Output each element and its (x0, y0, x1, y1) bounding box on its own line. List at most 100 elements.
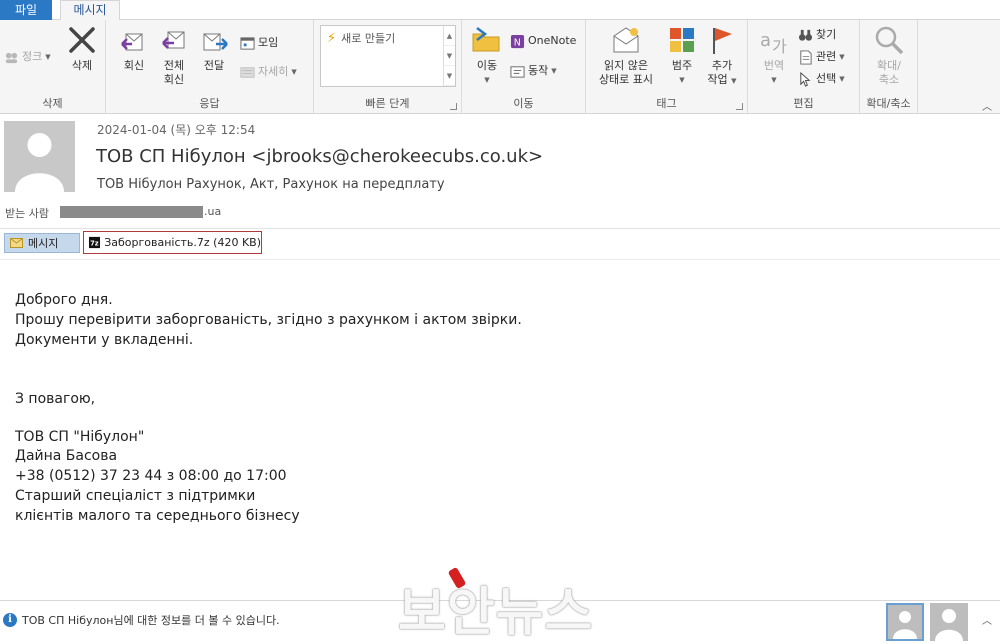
people-pane-info-text: ТОВ СП Нібулон님에 대한 정보를 더 볼 수 있습니다. (22, 614, 280, 627)
to-domain: .ua (204, 205, 222, 218)
people-pane-contact-selected[interactable] (886, 603, 924, 641)
message-sender[interactable]: ТОВ СП Нібулон <jbrooks@cherokeecubs.co.… (96, 146, 543, 167)
lightning-icon: ⚡ (327, 30, 337, 46)
quick-step-new[interactable]: ⚡ 새로 만들기 (327, 30, 395, 46)
delete-label: 삭제 (71, 59, 93, 72)
move-group: 이동 ▼ N OneNote 동작 ▼ 이동 (462, 20, 586, 114)
delete-button[interactable]: 삭제 (62, 24, 102, 73)
tags-group-label: 태그 (656, 97, 677, 110)
zoom-button[interactable]: 확대/ 축소 (866, 24, 912, 87)
junk-button[interactable]: 정크 ▼ (4, 48, 51, 66)
binoculars-icon (798, 29, 813, 41)
attachment-item[interactable]: 7z Заборгованість.7z (420 KB) (83, 231, 262, 254)
more-label: 자세히 (258, 65, 289, 78)
related-button[interactable]: 관련 ▼ (798, 48, 845, 66)
collapse-ribbon-icon[interactable]: ︿ (982, 98, 992, 113)
calendar-icon (240, 36, 255, 50)
reply-button[interactable]: 회신 (114, 24, 154, 73)
move-label: 이동 (476, 59, 498, 72)
svg-text:7z: 7z (90, 239, 99, 247)
actions-icon (510, 65, 525, 78)
related-doc-icon (800, 49, 812, 65)
tags-launcher[interactable] (736, 103, 743, 110)
select-button[interactable]: 선택 ▼ (798, 70, 845, 88)
svg-text:a: a (760, 30, 771, 51)
quick-steps-group: ⚡ 새로 만들기 ▲ ▼ ▼ 빠른 단계 (314, 20, 462, 114)
junk-label: 정크 (22, 50, 43, 63)
quick-steps-gallery: ⚡ 새로 만들기 ▲ ▼ ▼ (320, 25, 456, 87)
reply-all-button[interactable]: 전체 회신 (154, 24, 194, 87)
select-label: 선택 (816, 72, 837, 85)
move-group-label: 이동 (513, 97, 534, 110)
ribbon-tab-bar: 파일 메시지 (0, 0, 1000, 21)
tags-group: 읽지 않은 상태로 표시 범주 ▼ 추가 작업 ▼ 태그 (586, 20, 748, 114)
body-line: ТОВ СП "Нібулон" (15, 429, 145, 445)
flag-icon (713, 28, 732, 54)
onenote-button[interactable]: N OneNote (510, 32, 576, 50)
svg-text:가: 가 (772, 37, 787, 56)
folder-move-icon (472, 27, 500, 52)
reply-label: 회신 (123, 59, 145, 72)
actions-button[interactable]: 동작 ▼ (510, 62, 557, 80)
delete-x-icon (69, 27, 95, 53)
mark-unread-label-1: 읽지 않은 (604, 59, 648, 72)
expand-people-pane-icon[interactable]: ︿ (982, 612, 992, 627)
forward-button[interactable]: 전달 (194, 24, 234, 73)
people-pane-info[interactable]: i ТОВ СП Нібулон님에 대한 정보를 더 볼 수 있습니다. (3, 612, 280, 628)
message-date: 2024-01-04 (목) 오후 12:54 (97, 123, 256, 137)
delete-group-label: 삭제 (42, 97, 63, 110)
related-label: 관련 (816, 50, 837, 63)
editing-group-label: 편집 (793, 97, 814, 110)
body-line: З повагою, (15, 391, 96, 407)
magnifier-icon (875, 26, 904, 55)
reply-all-icon (162, 31, 185, 49)
tab-message[interactable]: 메시지 (60, 0, 120, 21)
categorize-label: 범주 (671, 59, 693, 72)
scroll-up-icon[interactable]: ▲ (444, 26, 455, 46)
info-icon: i (3, 613, 17, 627)
categorize-caret-icon: ▼ (679, 76, 685, 84)
quick-steps-launcher[interactable] (450, 103, 457, 110)
body-line: Старший спеціаліст з підтримки (15, 488, 256, 504)
onenote-icon: N (510, 34, 525, 48)
svg-text:N: N (514, 37, 521, 48)
quick-steps-label: 빠른 단계 (365, 97, 410, 110)
respond-group: 회신 전체 회신 전달 모임 자세히 ▼ 응답 (106, 20, 314, 114)
7z-archive-icon: 7z (89, 236, 101, 249)
more-respond-button[interactable]: 자세히 ▼ (240, 63, 297, 81)
body-line: Документи у вкладенні. (15, 332, 194, 348)
body-line: клієнтів малого та середнього бізнесу (15, 508, 300, 524)
follow-up-button[interactable]: 추가 작업 ▼ (702, 24, 742, 88)
gallery-expand-icon[interactable]: ▼ (444, 66, 455, 86)
quick-steps-scroll[interactable]: ▲ ▼ ▼ (443, 26, 455, 86)
tab-file[interactable]: 파일 (0, 0, 52, 20)
zoom-label-2: 축소 (878, 73, 900, 86)
message-body-tab[interactable]: 메시지 (4, 233, 80, 253)
sender-avatar (4, 121, 75, 192)
translate-button[interactable]: a가 번역 ▼ (752, 24, 796, 87)
zoom-group-label: 확대/축소 (866, 97, 911, 110)
translate-caret-icon: ▼ (771, 76, 777, 84)
move-caret-icon: ▼ (484, 76, 490, 84)
more-icon (240, 66, 255, 78)
meeting-button[interactable]: 모임 (240, 34, 278, 52)
respond-group-label: 응답 (199, 97, 220, 110)
move-button[interactable]: 이동 ▼ (470, 24, 504, 87)
follow-up-label-1: 추가 (711, 59, 733, 72)
people-pane-contact[interactable] (930, 603, 968, 641)
meeting-label: 모임 (258, 36, 279, 49)
scroll-down-icon[interactable]: ▼ (444, 46, 455, 66)
categorize-button[interactable]: 범주 ▼ (664, 24, 700, 87)
actions-label: 동작 (528, 64, 549, 77)
mark-unread-label-2: 상태로 표시 (598, 73, 654, 86)
translate-icon: a가 (760, 30, 787, 56)
zoom-label-1: 확대/ (877, 59, 901, 72)
body-line: +38 (0512) 37 23 44 з 08:00 до 17:00 (15, 468, 287, 484)
mark-unread-button[interactable]: 읽지 않은 상태로 표시 (592, 24, 660, 87)
forward-icon (203, 33, 228, 51)
follow-up-label-2: 작업 ▼ (707, 73, 737, 86)
ribbon: 정크 ▼ 삭제 삭제 회신 전체 회신 전달 모임 자세히 ▼ 응답 ⚡ 새로 … (0, 20, 1000, 114)
body-line: Дайна Басова (15, 448, 118, 464)
unread-envelope-icon (613, 27, 639, 53)
find-button[interactable]: 찾기 (798, 26, 836, 44)
